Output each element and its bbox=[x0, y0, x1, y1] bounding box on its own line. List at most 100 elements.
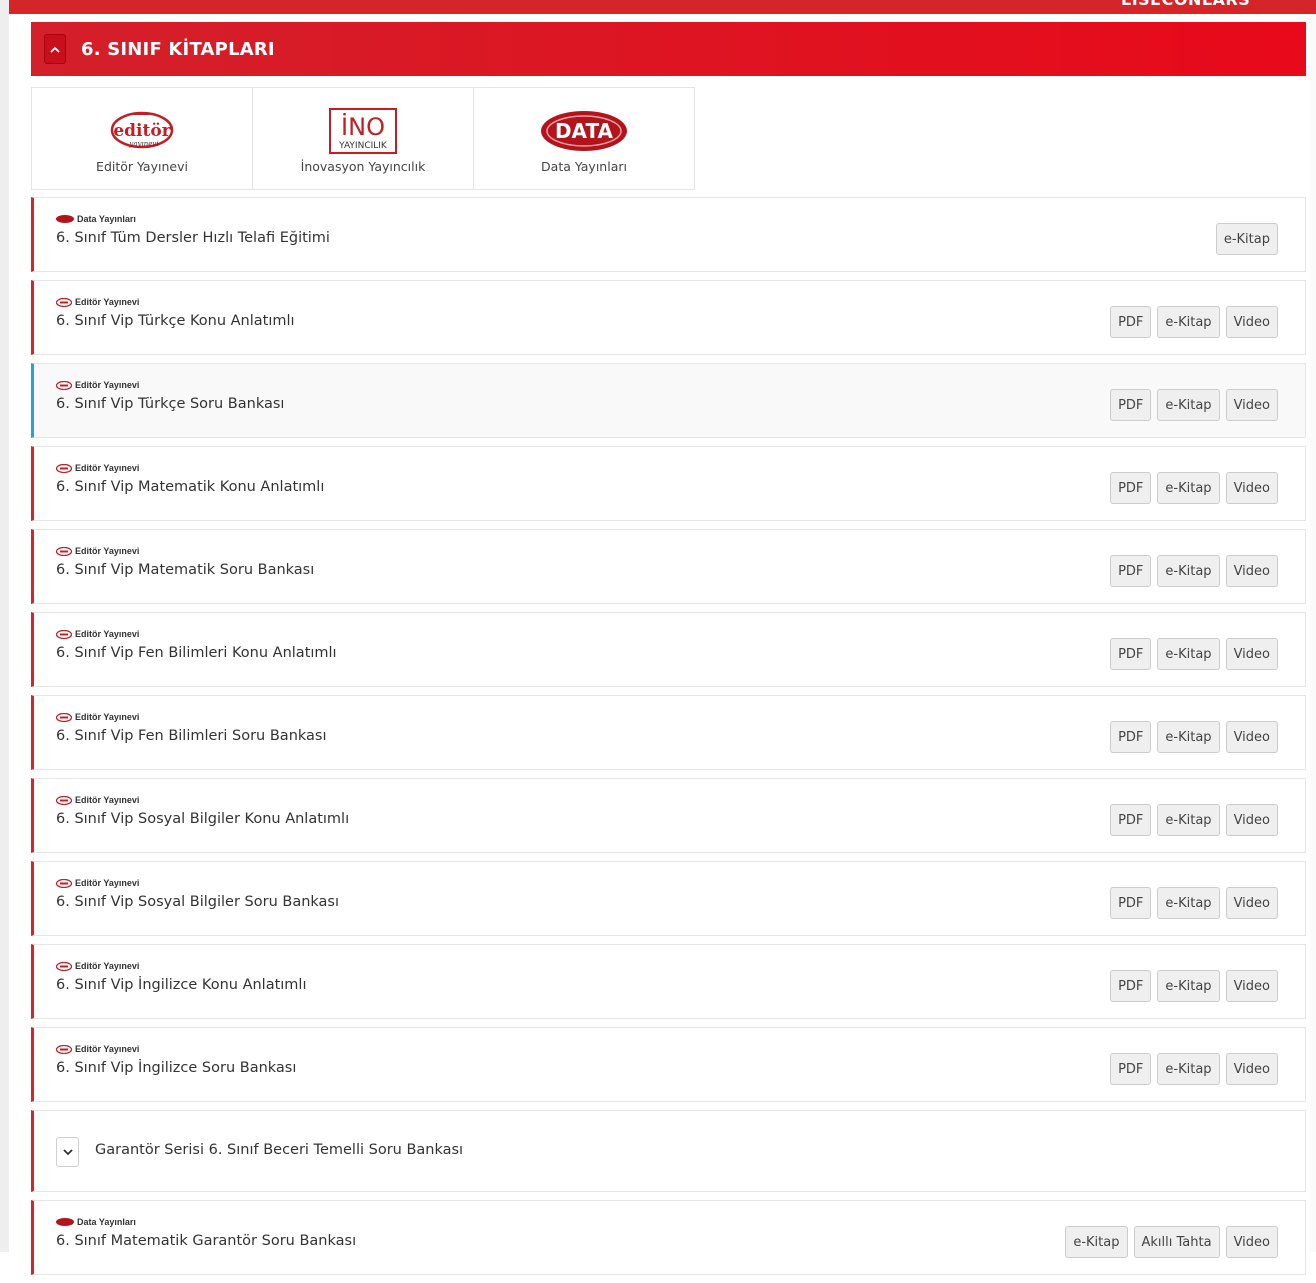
scrollbar-track[interactable] bbox=[1310, 14, 1316, 1252]
video-button[interactable]: Video bbox=[1225, 887, 1278, 919]
top-bar-cut-text: LISECONLARS bbox=[1121, 0, 1250, 9]
book-title[interactable]: 6. Sınıf Vip Fen Bilimleri Soru Bankası bbox=[56, 728, 327, 744]
publisher-tag: Editör Yayınevi bbox=[56, 1044, 139, 1054]
publisher-tag-label: Editör Yayınevi bbox=[75, 463, 140, 473]
book-row[interactable]: Editör Yayınevi 6. Sınıf Vip İngilizce Ko… bbox=[31, 944, 1306, 1019]
book-actions: PDF e-Kitap Video bbox=[1104, 721, 1278, 753]
e-kitap-button[interactable]: e-Kitap bbox=[1157, 472, 1220, 504]
publisher-tag: Editör Yayınevi bbox=[56, 297, 139, 307]
video-button[interactable]: Video bbox=[1225, 804, 1278, 836]
e-kitap-button[interactable]: e-Kitap bbox=[1157, 306, 1220, 338]
editor-mini-logo-icon bbox=[56, 546, 72, 556]
book-actions: e-Kitap bbox=[1210, 223, 1278, 255]
video-button[interactable]: Video bbox=[1225, 1053, 1278, 1085]
pdf-button[interactable]: PDF bbox=[1110, 970, 1152, 1002]
data-mini-logo-icon bbox=[56, 215, 74, 223]
publisher-tile-inovasyon[interactable]: İNO YAYINCILIK İnovasyon Yayıncılık bbox=[252, 87, 474, 190]
book-title[interactable]: 6. Sınıf Matematik Garantör Soru Bankası bbox=[56, 1233, 356, 1249]
pdf-button[interactable]: PDF bbox=[1110, 638, 1152, 670]
book-row[interactable]: Editör Yayınevi 6. Sınıf Vip Fen Bilimler… bbox=[31, 612, 1306, 687]
e-kitap-button[interactable]: e-Kitap bbox=[1157, 721, 1220, 753]
publisher-tile-data[interactable]: DATA Data Yayınları bbox=[473, 87, 695, 190]
book-row[interactable]: Editör Yayınevi 6. Sınıf Vip Fen Bilimler… bbox=[31, 695, 1306, 770]
top-bar: LISECONLARS bbox=[9, 0, 1316, 14]
book-title[interactable]: 6. Sınıf Vip Matematik Konu Anlatımlı bbox=[56, 479, 324, 495]
ak-ll-tahta-button[interactable]: Akıllı Tahta bbox=[1133, 1226, 1220, 1258]
expand-toggle-button[interactable] bbox=[56, 1137, 79, 1167]
pdf-button[interactable]: PDF bbox=[1110, 721, 1152, 753]
pdf-button[interactable]: PDF bbox=[1110, 472, 1152, 504]
book-title[interactable]: 6. Sınıf Vip Sosyal Bilgiler Soru Bankas… bbox=[56, 894, 339, 910]
book-title[interactable]: 6. Sınıf Vip Sosyal Bilgiler Konu Anlatı… bbox=[56, 811, 349, 827]
video-button[interactable]: Video bbox=[1225, 472, 1278, 504]
e-kitap-button[interactable]: e-Kitap bbox=[1215, 223, 1278, 255]
book-row[interactable]: Data Yayınları 6. Sınıf Tüm Dersler Hızlı… bbox=[31, 197, 1306, 272]
e-kitap-button[interactable]: e-Kitap bbox=[1157, 887, 1220, 919]
book-row[interactable]: Editör Yayınevi 6. Sınıf Vip Matematik Ko… bbox=[31, 446, 1306, 521]
book-actions: e-Kitap Akıllı Tahta Video bbox=[1059, 1226, 1278, 1258]
svg-text:İNO: İNO bbox=[341, 112, 385, 141]
editor-mini-logo-icon bbox=[56, 297, 72, 307]
publisher-tag: Data Yayınları bbox=[56, 214, 136, 224]
book-title[interactable]: 6. Sınıf Vip Fen Bilimleri Konu Anlatıml… bbox=[56, 645, 337, 661]
pdf-button[interactable]: PDF bbox=[1110, 887, 1152, 919]
publisher-tag-label: Editör Yayınevi bbox=[75, 380, 140, 390]
series-group-row[interactable]: Garantör Serisi 6. Sınıf Beceri Temelli … bbox=[31, 1110, 1306, 1192]
publisher-tag-label: Editör Yayınevi bbox=[75, 1044, 140, 1054]
pdf-button[interactable]: PDF bbox=[1110, 306, 1152, 338]
e-kitap-button[interactable]: e-Kitap bbox=[1157, 970, 1220, 1002]
book-actions: PDF e-Kitap Video bbox=[1104, 555, 1278, 587]
video-button[interactable]: Video bbox=[1225, 306, 1278, 338]
publisher-tag: Data Yayınları bbox=[56, 1217, 136, 1227]
editor-mini-logo-icon bbox=[56, 961, 72, 971]
book-title[interactable]: 6. Sınıf Tüm Dersler Hızlı Telafi Eğitim… bbox=[56, 230, 330, 246]
pdf-button[interactable]: PDF bbox=[1110, 555, 1152, 587]
e-kitap-button[interactable]: e-Kitap bbox=[1157, 638, 1220, 670]
book-title[interactable]: 6. Sınıf Vip İngilizce Konu Anlatımlı bbox=[56, 977, 307, 993]
editor-mini-logo-icon bbox=[56, 795, 72, 805]
collapse-toggle-button[interactable] bbox=[44, 34, 66, 64]
book-actions: PDF e-Kitap Video bbox=[1104, 306, 1278, 338]
book-row[interactable]: Editör Yayınevi 6. Sınıf Vip İngilizce So… bbox=[31, 1027, 1306, 1102]
e-kitap-button[interactable]: e-Kitap bbox=[1065, 1226, 1128, 1258]
svg-text:YAYINCILIK: YAYINCILIK bbox=[338, 141, 388, 151]
pdf-button[interactable]: PDF bbox=[1110, 804, 1152, 836]
book-title[interactable]: 6. Sınıf Vip Türkçe Soru Bankası bbox=[56, 396, 284, 412]
book-title[interactable]: 6. Sınıf Vip Matematik Soru Bankası bbox=[56, 562, 314, 578]
book-actions: PDF e-Kitap Video bbox=[1104, 804, 1278, 836]
e-kitap-button[interactable]: e-Kitap bbox=[1157, 804, 1220, 836]
data-mini-logo-icon bbox=[56, 1218, 74, 1226]
book-row[interactable]: Editör Yayınevi 6. Sınıf Vip Türkçe Soru … bbox=[31, 363, 1306, 438]
publisher-tag-label: Editör Yayınevi bbox=[75, 878, 140, 888]
e-kitap-button[interactable]: e-Kitap bbox=[1157, 555, 1220, 587]
pdf-button[interactable]: PDF bbox=[1110, 1053, 1152, 1085]
book-row[interactable]: Data Yayınları 6. Sınıf Matematik Garantö… bbox=[31, 1200, 1306, 1275]
video-button[interactable]: Video bbox=[1225, 1226, 1278, 1258]
publisher-tag: Editör Yayınevi bbox=[56, 546, 139, 556]
video-button[interactable]: Video bbox=[1225, 970, 1278, 1002]
section-header[interactable]: 6. SINIF KİTAPLARI bbox=[31, 22, 1306, 76]
series-group-title[interactable]: Garantör Serisi 6. Sınıf Beceri Temelli … bbox=[95, 1142, 463, 1158]
e-kitap-button[interactable]: e-Kitap bbox=[1157, 389, 1220, 421]
editor-mini-logo-icon bbox=[56, 463, 72, 473]
publisher-tag-label: Editör Yayınevi bbox=[75, 961, 140, 971]
book-row[interactable]: Editör Yayınevi 6. Sınıf Vip Sosyal Bilgi… bbox=[31, 861, 1306, 936]
book-title[interactable]: 6. Sınıf Vip Türkçe Konu Anlatımlı bbox=[56, 313, 295, 329]
e-kitap-button[interactable]: e-Kitap bbox=[1157, 1053, 1220, 1085]
book-row[interactable]: Editör Yayınevi 6. Sınıf Vip Türkçe Konu … bbox=[31, 280, 1306, 355]
video-button[interactable]: Video bbox=[1225, 721, 1278, 753]
publisher-tile-editor[interactable]: editör yayınevi Editör Yayınevi bbox=[31, 87, 253, 190]
video-button[interactable]: Video bbox=[1225, 555, 1278, 587]
editor-mini-logo-icon bbox=[56, 878, 72, 888]
publisher-tag-label: Data Yayınları bbox=[77, 214, 136, 224]
book-row[interactable]: Editör Yayınevi 6. Sınıf Vip Matematik So… bbox=[31, 529, 1306, 604]
book-row[interactable]: Editör Yayınevi 6. Sınıf Vip Sosyal Bilgi… bbox=[31, 778, 1306, 853]
video-button[interactable]: Video bbox=[1225, 638, 1278, 670]
pdf-button[interactable]: PDF bbox=[1110, 389, 1152, 421]
editor-mini-logo-icon bbox=[56, 629, 72, 639]
video-button[interactable]: Video bbox=[1225, 389, 1278, 421]
section-title: 6. SINIF KİTAPLARI bbox=[81, 38, 275, 60]
publisher-tag-label: Editör Yayınevi bbox=[75, 712, 140, 722]
book-title[interactable]: 6. Sınıf Vip İngilizce Soru Bankası bbox=[56, 1060, 296, 1076]
publisher-name: Data Yayınları bbox=[541, 159, 627, 174]
